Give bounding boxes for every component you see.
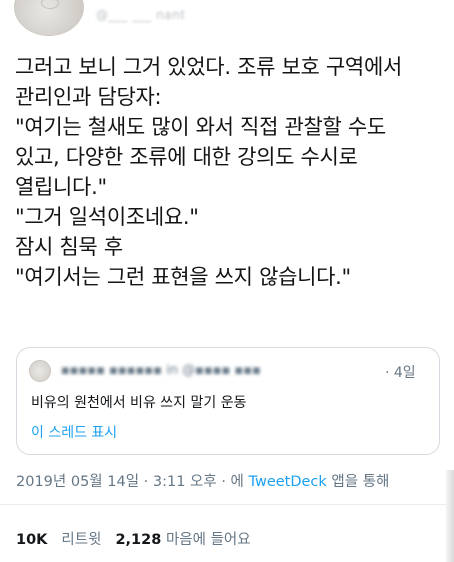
quoted-tweet-card[interactable]: ▪▪▪▪▪ ▪▪▪▪▪▪ in @▪▪▪▪ ▪▪▪▪ ▪c · 4일 비유의 원… [16, 347, 440, 455]
quoted-avatar[interactable] [29, 360, 51, 382]
quoted-timestamp[interactable]: · 4일 [385, 362, 416, 382]
right-edge-shadow [446, 470, 454, 562]
client-link[interactable]: TweetDeck [249, 474, 327, 490]
tweet-line: 잠시 침묵 후 [15, 235, 123, 259]
client-suffix: 앱을 통해 [326, 474, 390, 490]
retweets-label[interactable]: 리트윗 [61, 532, 101, 548]
tweet-meta: 2019년 05월 14일 · 3:11 오후 · 에 TweetDeck 앱을… [16, 470, 389, 491]
tweet-line: 관리인과 담당자: [15, 85, 162, 109]
tweet-line: 있고, 다양한 조류에 대한 강의도 수시로 [15, 145, 358, 169]
tweet-header: @___ ___ nant [0, 0, 454, 44]
tweet-line: "여기는 철새도 많이 와서 직접 관찰할 수도 [15, 115, 386, 139]
quoted-user-name[interactable]: ▪▪▪▪▪ ▪▪▪▪▪▪ in @▪▪▪▪ ▪▪▪▪ ▪c [61, 363, 261, 377]
show-thread-link[interactable]: 이 스레드 표시 [31, 422, 117, 442]
avatar-mark-icon [41, 0, 59, 9]
tweet-timestamp[interactable]: 2019년 05월 14일 · 3:11 오후 · 에 [16, 474, 249, 490]
tweet-page: @___ ___ nant 그러고 보니 그거 있었다. 조류 보호 구역에서 … [0, 0, 454, 562]
tweet-line: 열립니다." [15, 175, 107, 199]
likes-label[interactable]: 마음에 들어요 [166, 532, 251, 548]
tweet-line: "그거 일석이조네요." [15, 205, 199, 229]
retweets-count[interactable]: 10K [16, 532, 47, 548]
tweet-text: 그러고 보니 그거 있었다. 조류 보호 구역에서 관리인과 담당자: "여기는… [15, 52, 445, 292]
user-handle[interactable]: @___ ___ nant [96, 8, 185, 22]
tweet-stats: 10K 리트윗 2,128 마음에 들어요 [16, 528, 251, 549]
quoted-tweet-text: 비유의 원천에서 비유 쓰지 말기 운동 [31, 395, 247, 411]
avatar[interactable] [14, 0, 84, 36]
divider [0, 504, 454, 505]
likes-count[interactable]: 2,128 [115, 532, 161, 548]
tweet-line: 그러고 보니 그거 있었다. 조류 보호 구역에서 [15, 55, 402, 79]
tweet-line: "여기서는 그런 표현을 쓰지 않습니다." [15, 265, 351, 289]
